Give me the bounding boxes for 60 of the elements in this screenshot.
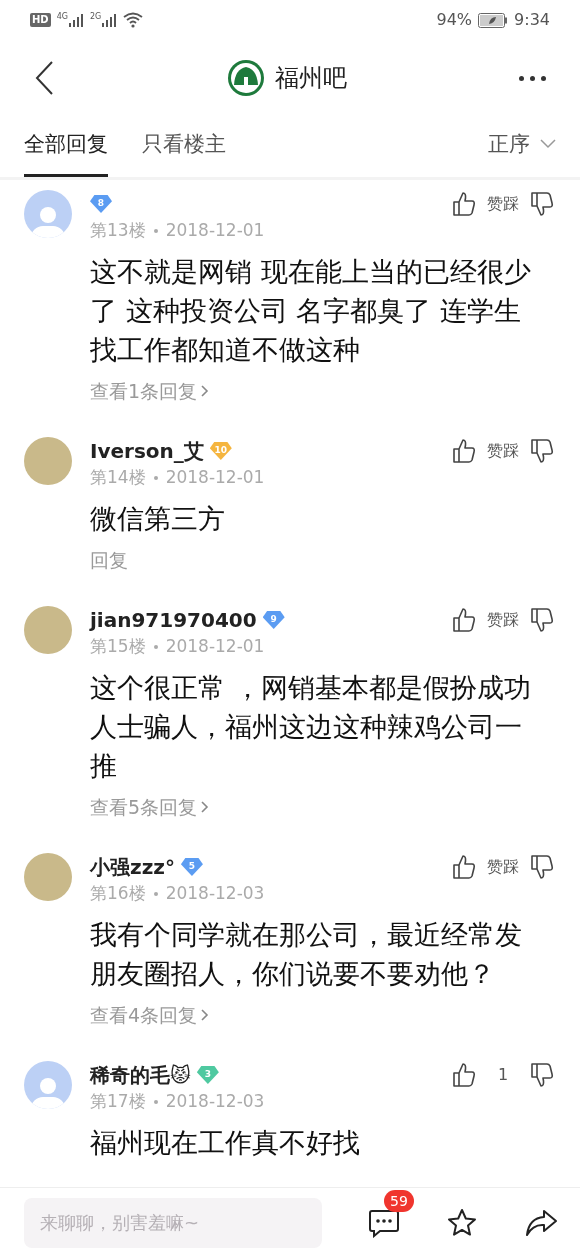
thumbs-up-icon[interactable] — [452, 191, 476, 217]
thumbs-down-icon[interactable] — [530, 607, 554, 633]
thumbs-up-icon[interactable] — [452, 438, 476, 464]
thumbs-up-icon[interactable] — [452, 607, 476, 633]
level-badge: 8 — [90, 195, 112, 213]
post-date: 2018-12-01 — [165, 466, 265, 489]
thumbs-up-icon[interactable] — [452, 1062, 476, 1088]
floor-number: 第13楼 — [90, 219, 146, 242]
chevron-down-icon — [540, 139, 556, 150]
battery-percent: 94% — [436, 9, 473, 31]
signal-icon — [67, 13, 84, 27]
post-date: 2018-12-03 — [165, 1090, 265, 1113]
username[interactable]: 稀奇的毛😾 — [90, 1060, 191, 1090]
vote-label: 赞踩 — [486, 440, 520, 462]
vote-label: 1 — [496, 1064, 510, 1086]
comment-text: 微信第三方 — [90, 501, 226, 536]
comment-text: 福州现在工作真不好找 — [90, 1125, 361, 1160]
thumbs-down-icon[interactable] — [530, 191, 554, 217]
hd-indicator: HD — [30, 13, 51, 27]
filter-tab[interactable]: 全部回复 — [24, 128, 108, 177]
vote-label: 赞踩 — [486, 193, 520, 215]
post-date: 2018-12-03 — [165, 882, 265, 905]
thumbs-down-icon[interactable] — [530, 1062, 554, 1088]
post-date: 2018-12-01 — [165, 635, 265, 658]
thumbs-up-icon[interactable] — [452, 854, 476, 880]
back-button[interactable] — [34, 60, 54, 96]
comment-text: 我有个同学就在那公司，最近经常发朋友圈招人，你们说要不要劝他？ — [90, 917, 523, 991]
share-button[interactable] — [524, 1207, 558, 1238]
forum-logo-icon — [226, 59, 265, 97]
thumbs-down-icon[interactable] — [530, 854, 554, 880]
battery-icon — [478, 12, 509, 28]
comment-text: 这个很正常 ，网销基本都是假扮成功人士骗人，福州这边这种辣鸡公司一推 — [90, 670, 532, 783]
forum-title: 福州吧 — [274, 63, 347, 94]
floor-number: 第15楼 — [90, 635, 146, 658]
wifi-icon — [123, 12, 144, 28]
username[interactable]: 小强zzz° — [90, 852, 175, 882]
floor-number: 第16楼 — [90, 882, 146, 905]
username[interactable]: jian971970400 — [90, 605, 257, 635]
signal-icon — [101, 13, 118, 27]
sort-dropdown[interactable]: 正序 — [488, 128, 556, 177]
clock: 9:34 — [514, 9, 550, 31]
post-date: 2018-12-01 — [165, 219, 265, 242]
comments-button[interactable] — [368, 1207, 400, 1238]
level-badge: 3 — [196, 1066, 219, 1084]
floor-number: 第14楼 — [90, 466, 146, 489]
vote-label: 赞踩 — [486, 609, 520, 631]
floor-number: 第17楼 — [90, 1090, 146, 1113]
thumbs-down-icon[interactable] — [530, 438, 554, 464]
star-button[interactable] — [446, 1206, 478, 1239]
vote-label: 赞踩 — [486, 856, 520, 878]
comment-count-badge: 59 — [384, 1189, 414, 1212]
level-badge: 10 — [209, 442, 232, 460]
filter-tab[interactable]: 只看楼主 — [142, 128, 226, 177]
network-label: 4G — [56, 13, 68, 21]
level-badge: 9 — [262, 611, 285, 629]
username[interactable]: Iverson_艾 — [90, 436, 204, 466]
network-label: 2G — [89, 13, 102, 21]
reply-input-field[interactable]: 来聊聊，别害羞嘛~ — [24, 1197, 322, 1248]
level-badge: 5 — [180, 858, 203, 876]
comment-text: 这不就是网销 现在能上当的已经很少了 这种投资公司 名字都臭了 连学生找工作都知道不做这种 — [90, 254, 532, 367]
